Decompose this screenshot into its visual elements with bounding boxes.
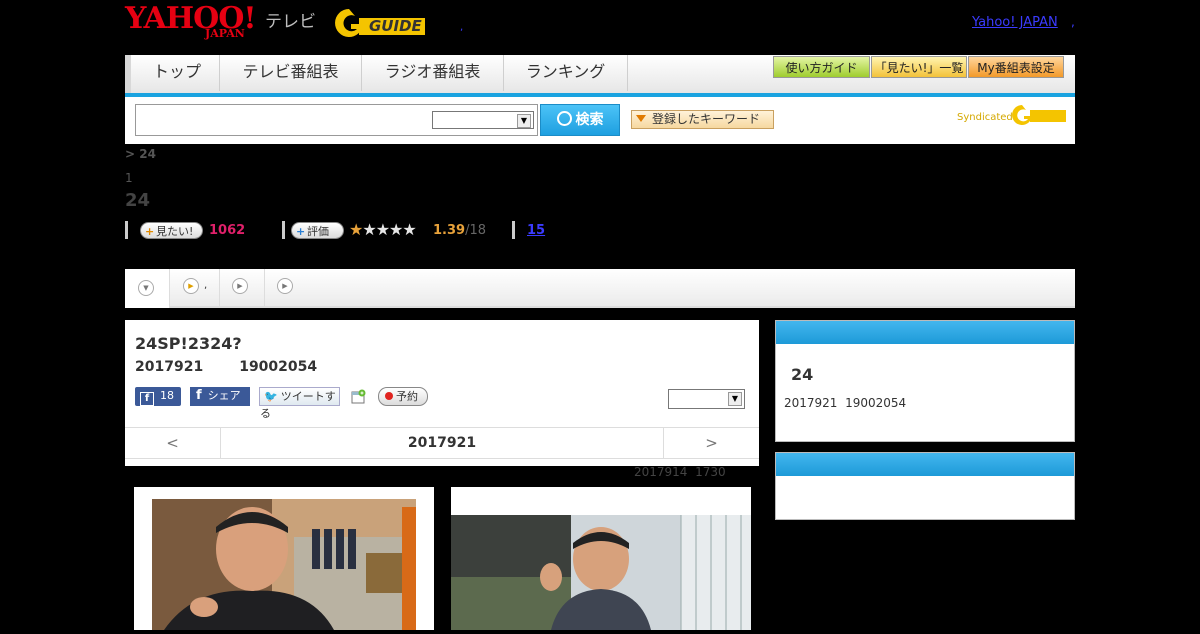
play-icon: ▶ <box>232 278 248 294</box>
chevron-down-icon: ▼ <box>138 280 154 296</box>
episode-date: 2017921 <box>135 359 204 375</box>
facebook-count-button[interactable]: f 18 <box>135 387 181 406</box>
side-panel-header <box>776 321 1074 344</box>
rate-label: 評価 <box>307 225 329 238</box>
triangle-down-icon <box>636 115 646 122</box>
nav-edge <box>125 55 131 93</box>
facebook-icon: f <box>140 392 154 406</box>
rating-score: 1.39/18 <box>433 223 486 238</box>
nav-tab-ranking[interactable]: ランキング <box>504 55 628 91</box>
play-icon: ▶ <box>277 278 293 294</box>
want-to-watch-button[interactable]: + 見たい! <box>140 222 203 239</box>
header-separator: , <box>460 22 464 33</box>
episode-select[interactable]: ▼ <box>668 389 745 409</box>
program-title: 24 <box>125 190 151 211</box>
nav-tab-tv-listings[interactable]: テレビ番組表 <box>220 55 362 91</box>
want-count: 1062 <box>209 223 246 238</box>
chevron-down-icon: ▼ <box>517 114 531 128</box>
search-button[interactable]: 検索 <box>540 104 620 136</box>
share-label: シェア <box>207 389 241 402</box>
usage-guide-button[interactable]: 使い方ガイド <box>773 56 870 78</box>
facebook-icon: f <box>196 388 202 403</box>
yahoo-japan-link[interactable]: Yahoo! JAPAN <box>972 15 1058 30</box>
episode-title: 24SP!2324? <box>135 334 242 353</box>
star-icon: ★ <box>349 220 363 239</box>
record-icon <box>385 392 393 400</box>
yahoo-japan-logo-text: JAPAN <box>205 27 245 40</box>
divider <box>125 221 128 239</box>
rating-total: /18 <box>465 223 486 238</box>
tab-1[interactable]: ▶ , <box>170 269 220 306</box>
previous-date-button[interactable]: < <box>125 428 221 458</box>
my-listing-settings-button[interactable]: My番組表設定 <box>968 56 1064 78</box>
breadcrumb[interactable]: > 24 <box>125 147 156 161</box>
reviews-link[interactable]: 15 <box>527 223 545 238</box>
gguide-logo-text: GUIDE <box>369 17 422 35</box>
side-panel-secondary <box>775 452 1075 520</box>
episode-datetime: 2017921 19002054 <box>135 359 317 375</box>
tab-2[interactable]: ▶ <box>220 269 265 306</box>
program-index: 1 <box>125 171 133 185</box>
side-program-datetime: 2017921 19002054 <box>784 396 906 410</box>
main-nav: トップ テレビ番組表 ラジオ番組表 ランキング 使い方ガイド 「見たい!」一覧 … <box>125 55 1075 97</box>
tab-1-label: , <box>204 280 208 291</box>
star-icon: ★ <box>389 220 403 239</box>
chevron-down-icon: ▼ <box>728 392 742 406</box>
program-photo-1[interactable] <box>134 487 434 630</box>
episode-time: 19002054 <box>239 359 318 375</box>
rate-button[interactable]: + 評価 <box>291 222 344 239</box>
reserve-label: 予約 <box>396 390 418 403</box>
side-panel-header <box>776 453 1074 476</box>
gguide-logo[interactable]: GUIDE <box>333 6 433 40</box>
next-date-button[interactable]: > <box>663 428 759 458</box>
twitter-bird-icon: 🐦 <box>264 390 278 403</box>
side-panel-broadcast: 24 2017921 19002054 <box>775 320 1075 442</box>
previous-broadcast-time: 1730 <box>695 465 726 479</box>
rating-value: 1.39 <box>433 223 466 238</box>
side-program-time: 19002054 <box>845 396 907 410</box>
star-icon: ★ <box>402 220 416 239</box>
tab-3[interactable]: ▶ <box>265 269 309 306</box>
tweet-button[interactable]: 🐦 ツイートする <box>259 387 340 420</box>
registered-keywords-button[interactable]: 登録したキーワード <box>631 110 774 129</box>
date-navigation: < 2017921 > <box>125 427 759 459</box>
syndicated-gguide-logo <box>1012 104 1068 126</box>
rating-stars: ★★★★★ <box>349 220 417 239</box>
tab-0[interactable]: ▼ <box>125 269 170 308</box>
plus-icon: + <box>145 225 155 238</box>
calendar-add-icon[interactable] <box>351 389 366 404</box>
header-separator-right: , <box>1071 15 1075 29</box>
syndicated-label: Syndicated <box>957 112 1013 123</box>
divider <box>282 221 285 239</box>
facebook-share-button[interactable]: f シェア <box>190 387 250 406</box>
program-photo-2[interactable] <box>451 487 751 630</box>
want-list-button[interactable]: 「見たい!」一覧 <box>871 56 967 78</box>
divider <box>512 221 515 239</box>
previous-broadcast-date: 2017914 <box>634 465 688 479</box>
facebook-count: 18 <box>160 389 174 402</box>
star-icon: ★ <box>362 220 376 239</box>
registered-keywords-label: 登録したキーワード <box>652 112 761 126</box>
side-program-title: 24 <box>791 365 814 384</box>
reserve-button[interactable]: 予約 <box>378 387 428 406</box>
star-icon: ★ <box>375 220 390 239</box>
want-to-watch-label: 見たい! <box>156 225 194 238</box>
program-tabs: ▼ ▶ , ▶ ▶ <box>125 269 1075 308</box>
nav-tab-radio-listings[interactable]: ラジオ番組表 <box>362 55 504 91</box>
tv-logo-label: テレビ <box>265 12 316 32</box>
current-date: 2017921 <box>407 435 477 451</box>
side-program-date: 2017921 <box>784 396 838 410</box>
search-button-label: 検索 <box>575 112 604 128</box>
search-icon <box>556 111 572 126</box>
previous-broadcast: 2017914 1730 <box>634 465 726 479</box>
plus-icon: + <box>296 225 306 238</box>
nav-tab-top[interactable]: トップ <box>135 55 220 91</box>
play-icon: ▶ <box>183 278 199 294</box>
search-category-select[interactable]: ▼ <box>432 111 534 129</box>
